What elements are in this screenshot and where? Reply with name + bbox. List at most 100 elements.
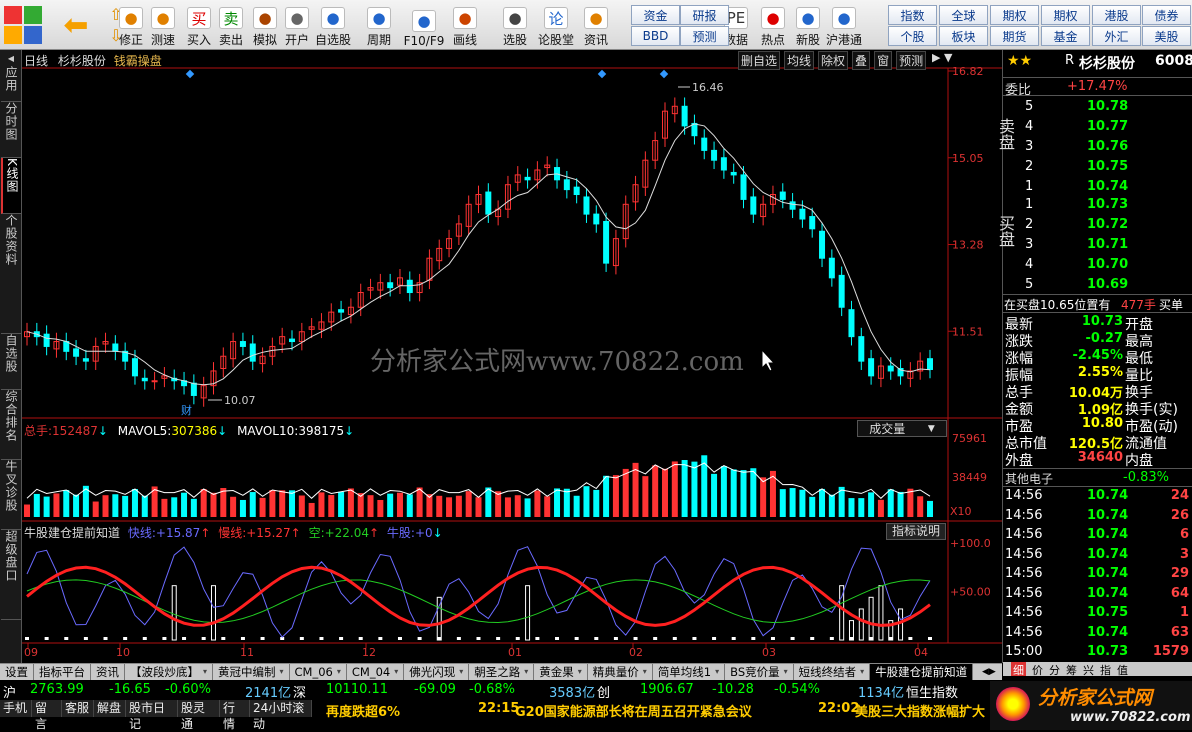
close-icon[interactable]: ▾ (459, 664, 463, 680)
candle-body[interactable] (131, 358, 138, 377)
formula-tab-6[interactable]: CM_04 ▾ (347, 664, 405, 680)
status-item-0[interactable]: 手机 (0, 700, 32, 717)
close-icon[interactable]: ▾ (860, 664, 864, 680)
status-item-6[interactable]: 行情 (220, 700, 250, 731)
sell-level-row[interactable]: 5 10.78 (1003, 98, 1192, 117)
sell-level-row[interactable]: 4 10.77 (1003, 118, 1192, 137)
market-tab-bottom-5[interactable]: 美股 (1142, 26, 1191, 46)
quote-tab[interactable]: 指 (1100, 662, 1111, 677)
sz-index[interactable]: 10110.11 (326, 682, 388, 697)
formula-tab-4[interactable]: 黄冠中编制 ▾ (213, 664, 290, 680)
news-item[interactable]: G20国家能源部长将在周五召开紧急会议 (515, 701, 752, 720)
candle-body[interactable] (73, 348, 80, 357)
candle-body[interactable] (43, 333, 50, 347)
buy-level-row[interactable]: 2 10.72 (1003, 216, 1192, 235)
market-tab-top-5[interactable]: 债券 (1142, 5, 1191, 25)
formula-tab-5[interactable]: CM_06 ▾ (290, 664, 347, 680)
candle-body[interactable] (151, 380, 158, 383)
candle-body[interactable] (524, 176, 531, 181)
candle-body[interactable] (289, 338, 296, 343)
candle-body[interactable] (387, 282, 394, 289)
formula-tab-13[interactable]: 短线终结者 ▾ (794, 664, 871, 680)
period-label[interactable]: 日线 (24, 54, 48, 68)
formula-tab-1[interactable]: 指标平台 (34, 664, 91, 680)
formula-tab-14[interactable]: 牛股建仓提前知道 (870, 664, 974, 680)
market-tab-bottom-4[interactable]: 外汇 (1092, 26, 1141, 46)
candle-body[interactable] (190, 382, 197, 396)
news-item[interactable]: 美股三大指数涨幅扩大 (855, 701, 985, 720)
status-item-2[interactable]: 客服 (62, 700, 94, 717)
volume-dropdown[interactable]: 成交量 ▼ (857, 420, 947, 437)
quote-tab[interactable]: 值 (1117, 662, 1128, 677)
chart-button-3[interactable]: 叠 (852, 51, 871, 70)
indicator-help-button[interactable]: 指标说明 (886, 523, 946, 540)
candle-body[interactable] (799, 208, 806, 220)
quote-tab[interactable]: 细 (1011, 662, 1026, 677)
indicator-name-label[interactable]: 钱霸操盘 (114, 54, 162, 68)
sell-level-row[interactable]: 3 10.76 (1003, 138, 1192, 157)
cai-marker[interactable]: 财 (181, 403, 192, 417)
status-item-7[interactable]: 24小时滚动 (250, 700, 312, 731)
buy-level-row[interactable]: 3 10.71 (1003, 236, 1192, 255)
candle-body[interactable] (593, 213, 600, 225)
close-icon[interactable]: ▾ (643, 664, 647, 680)
sh-index[interactable]: 2763.99 (30, 682, 84, 697)
formula-tab-11[interactable]: 简单均线1 ▾ (653, 664, 726, 680)
formula-tab-10[interactable]: 精典量价 ▾ (588, 664, 653, 680)
close-icon[interactable]: ▾ (715, 664, 719, 680)
candle-body[interactable] (249, 343, 256, 362)
chart-menu-arrow[interactable]: ▶ ▼ (932, 51, 952, 64)
candle-body[interactable] (583, 196, 590, 215)
buy-level-row[interactable]: 1 10.73 (1003, 196, 1192, 215)
buy-level-row[interactable]: 4 10.70 (1003, 256, 1192, 275)
candle-body[interactable] (848, 309, 855, 338)
status-item-5[interactable]: 股灵通 (178, 700, 220, 731)
hs-label[interactable]: 恒生指数 (906, 682, 958, 701)
chart-button-4[interactable]: 窗 (874, 51, 893, 70)
candle-body[interactable] (603, 220, 610, 264)
close-icon[interactable]: ▾ (203, 664, 207, 680)
tab-scroll-buttons[interactable]: ◀▶ (982, 664, 1002, 679)
candle-body[interactable] (858, 336, 865, 362)
chart-button-2[interactable]: 除权 (818, 51, 849, 70)
close-icon[interactable]: ▾ (394, 664, 398, 680)
close-icon[interactable]: ▾ (578, 664, 582, 680)
candle-body[interactable] (338, 309, 345, 313)
candle-body[interactable] (112, 343, 119, 352)
formula-tab-7[interactable]: 佛光闪现 ▾ (404, 664, 470, 680)
candle-body[interactable] (838, 274, 845, 308)
formula-tab-12[interactable]: BS竞价量 ▾ (725, 664, 794, 680)
quote-tab[interactable]: 兴 (1083, 662, 1094, 677)
status-item-4[interactable]: 股市日记 (126, 700, 178, 731)
close-icon[interactable]: ▾ (784, 664, 788, 680)
candle-body[interactable] (887, 365, 894, 372)
candle-body[interactable] (82, 358, 89, 362)
news-item[interactable]: 再度跌超6% (326, 701, 400, 720)
candle-body[interactable] (239, 341, 246, 347)
candle-body[interactable] (819, 230, 826, 259)
candle-body[interactable] (730, 171, 737, 176)
formula-tab-3[interactable]: 【波段炒底】 ▾ (125, 664, 214, 680)
sell-level-row[interactable]: 1 10.74 (1003, 178, 1192, 197)
candle-body[interactable] (141, 377, 148, 382)
status-item-3[interactable]: 解盘 (94, 700, 126, 717)
candle-body[interactable] (750, 196, 757, 215)
quote-tab[interactable]: 价 (1032, 662, 1043, 677)
market-tab-bottom-3[interactable]: 基金 (1041, 26, 1090, 46)
formula-tab-8[interactable]: 朝圣之路 ▾ (469, 664, 535, 680)
candle-body[interactable] (720, 157, 727, 171)
chart-button-1[interactable]: 均线 (784, 51, 815, 70)
sector-name[interactable]: 其他电子 (1005, 470, 1053, 487)
sell-level-row[interactable]: 2 10.75 (1003, 158, 1192, 177)
candle-body[interactable] (828, 257, 835, 279)
candle-body[interactable] (779, 191, 786, 200)
formula-tab-0[interactable]: 设置 (0, 664, 34, 680)
star-icon[interactable]: ★★ (1007, 53, 1032, 69)
market-tab-top-3[interactable]: 期权 (1041, 5, 1090, 25)
candle-body[interactable] (681, 105, 688, 127)
chart-area[interactable]: 16.82 15.05 13.28 11.51 75961 38449 X10 +100.… (0, 0, 1002, 663)
candle-body[interactable] (406, 279, 413, 294)
candle-body[interactable] (563, 179, 570, 191)
close-icon[interactable]: ▾ (280, 664, 284, 680)
candle-body[interactable] (701, 137, 708, 151)
